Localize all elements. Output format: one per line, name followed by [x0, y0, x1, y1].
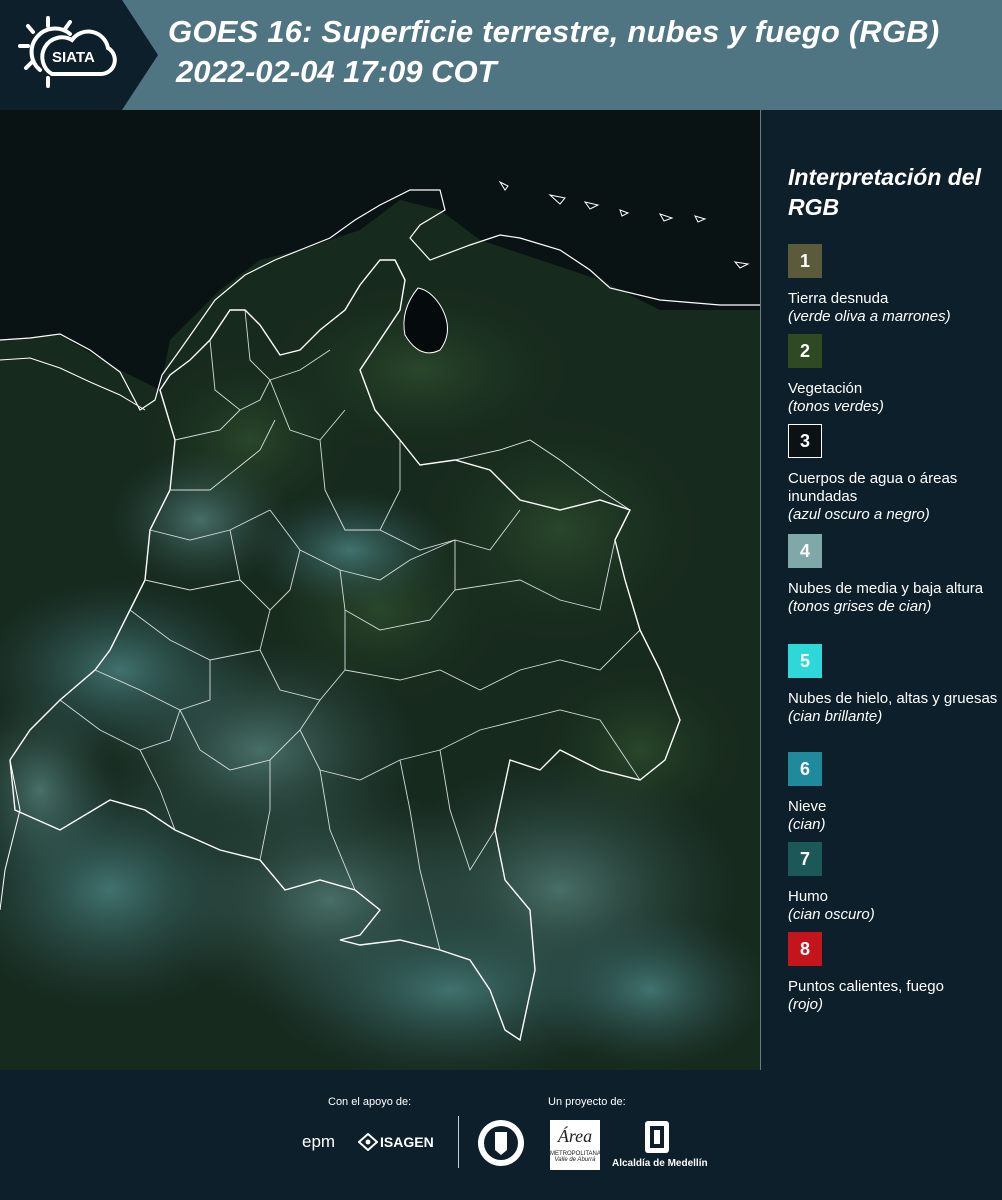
legend-sub-4: (tonos grises de cian)	[788, 598, 932, 615]
legend-swatch-3: 3	[788, 424, 822, 458]
legend-sub-2: (tonos verdes)	[788, 398, 884, 415]
area-metropolitana-logo: Área METROPOLITANA Valle de Aburrá	[550, 1120, 601, 1170]
legend-label-3: Cuerpos de agua o áreas inundadas	[788, 470, 958, 505]
logo-text: SIATA	[52, 49, 95, 66]
isagen-icon	[358, 1133, 378, 1151]
legend-item-smoke: 7 Humo (cian oscuro)	[788, 842, 998, 924]
legend-sub-1: (verde oliva a marrones)	[788, 308, 951, 325]
alcaldia-logo-text: Alcaldía de Medellín	[612, 1158, 708, 1169]
header-bar: SIATA GOES 16: Superficie terrestre, nub…	[0, 0, 1002, 110]
legend-sub-6: (cian)	[788, 816, 826, 833]
legend-sub-8: (rojo)	[788, 996, 824, 1013]
project-caption: Un proyecto de:	[548, 1096, 626, 1108]
legend-sub-7: (cian oscuro)	[788, 906, 875, 923]
legend-sub-3: (azul oscuro a negro)	[788, 506, 930, 523]
legend-swatch-2: 2	[788, 334, 822, 368]
area-logo-text: Área	[557, 1126, 593, 1146]
map-svg	[0, 110, 760, 1070]
footer: Con el apoyo de: Un proyecto de: epm ISA…	[0, 1070, 1002, 1200]
legend-swatch-7: 7	[788, 842, 822, 876]
legend-label-2: Vegetación	[788, 380, 863, 397]
isagen-logo: ISAGEN	[380, 1134, 434, 1150]
satellite-map	[0, 110, 761, 1070]
municipal-seal-icon	[478, 1120, 524, 1166]
support-caption: Con el apoyo de:	[328, 1096, 412, 1108]
siata-logo: SIATA	[18, 16, 117, 88]
legend-swatch-1: 1	[788, 244, 822, 278]
legend-item-bare-soil: 1 Tierra desnuda (verde oliva a marrones…	[788, 244, 998, 326]
page-title: GOES 16: Superficie terrestre, nubes y f…	[168, 14, 940, 49]
legend-swatch-4: 4	[788, 534, 822, 568]
legend-label-1: Tierra desnuda	[788, 290, 889, 307]
legend-swatch-5: 5	[788, 644, 822, 678]
legend-label-7: Humo	[788, 888, 829, 905]
legend-swatch-6: 6	[788, 752, 822, 786]
legend-item-vegetation: 2 Vegetación (tonos verdes)	[788, 334, 998, 416]
legend-label-5: Nubes de hielo, altas y gruesas	[788, 690, 998, 707]
page-timestamp: 2022-02-04 17:09 COT	[176, 54, 497, 89]
epm-logo: epm	[302, 1132, 336, 1151]
alcaldia-shield-icon	[645, 1121, 669, 1153]
legend-label-8: Puntos calientes, fuego	[788, 978, 944, 995]
area-logo-sub2: Valle de Aburrá	[554, 1157, 596, 1163]
legend-sub-5: (cian brillante)	[788, 708, 883, 725]
footer-divider	[458, 1116, 459, 1168]
legend-swatch-8: 8	[788, 932, 822, 966]
legend-title: Interpretación del RGB	[788, 164, 981, 220]
legend-item-fire: 8 Puntos calientes, fuego (rojo)	[788, 932, 998, 1014]
legend-item-mid-low-clouds: 4 Nubes de media y baja altura (tonos gr…	[788, 534, 998, 616]
legend-panel: Interpretación del RGB 1 Tierra desnuda …	[760, 110, 1002, 1070]
legend-label-4: Nubes de media y baja altura	[788, 580, 984, 597]
legend-label-6: Nieve	[788, 798, 827, 815]
legend-item-water: 3 Cuerpos de agua o áreas inundadas (azu…	[788, 424, 998, 524]
legend-item-snow: 6 Nieve (cian)	[788, 752, 998, 834]
legend-item-ice-clouds: 5 Nubes de hielo, altas y gruesas (cian …	[788, 644, 998, 726]
